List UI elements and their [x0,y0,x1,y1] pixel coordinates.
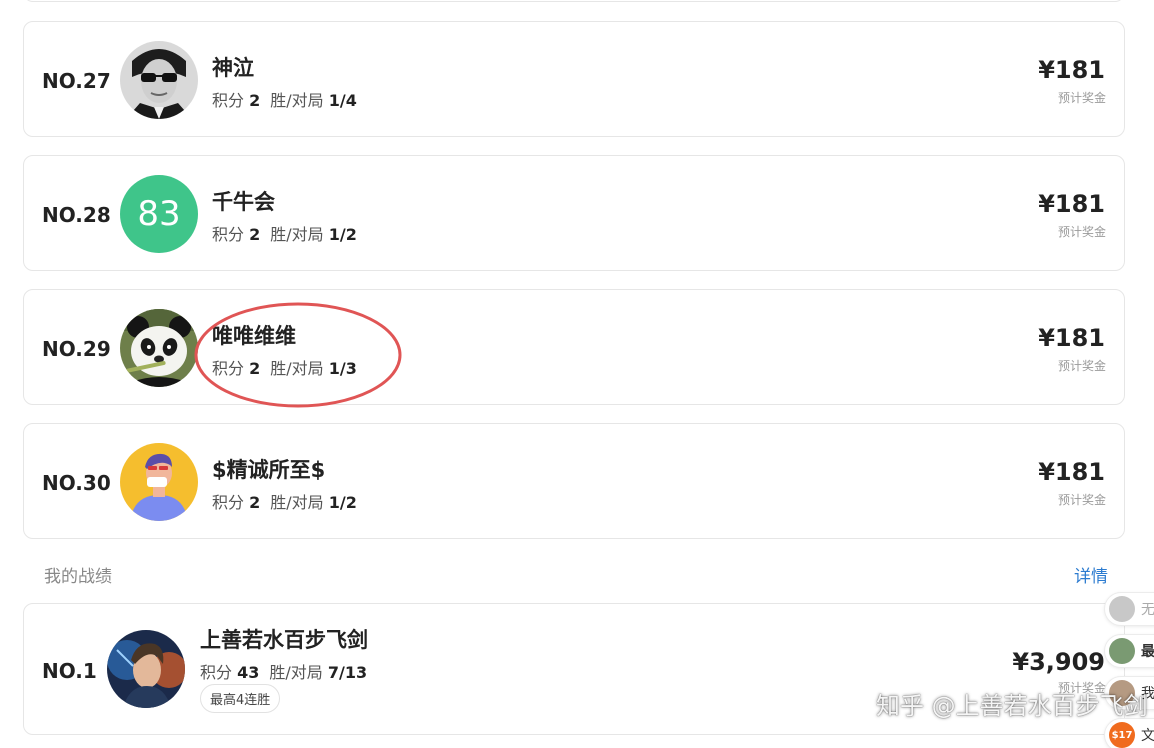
record-value: 1/2 [328,493,357,512]
score-value: 2 [249,91,261,110]
player-stats: 积分 2 胜/对局 1/4 [212,87,357,111]
side-item-label: 最 [1141,644,1154,660]
leaderboard-row[interactable]: NO.30 $精诚所至$ 积分 2 胜/对局 1/2 ¥181 预计奖金 [23,423,1125,539]
score-label: 积分 [212,225,245,244]
rank-label: NO.1 [42,659,97,683]
player-name[interactable]: 上善若水百步飞剑 [200,624,368,654]
side-item-label: 无 [1141,602,1154,618]
gray-avatar-icon [1109,596,1135,622]
leaderboard-row[interactable]: NO.29 唯唯维维 积分 2 胜/对局 1/3 ¥181 预计奖金 [23,289,1125,405]
score-label: 积分 [212,359,245,378]
record-value: 1/3 [328,359,357,378]
avatar-number[interactable]: 83 [120,175,198,253]
side-item[interactable]: 无 [1104,592,1154,626]
record-label: 胜/对局 [270,493,324,512]
score-label: 积分 [212,91,245,110]
score-label: 积分 [212,493,245,512]
score-value: 43 [237,663,260,682]
record-value: 1/4 [328,91,357,110]
player-name[interactable]: 唯唯维维 [212,320,296,350]
prize-amount: ¥181 [1038,324,1105,352]
score-label: 积分 [200,663,233,682]
avatar-game-hero[interactable] [107,630,185,708]
prize-label: 预计奖金 [1057,91,1106,105]
green-avatar-icon [1109,638,1135,664]
prize-amount: ¥181 [1038,190,1105,218]
zhihu-watermark: 知乎 @上善若水百步飞剑 [876,692,1148,720]
side-item-label: 文 [1141,728,1154,744]
side-item[interactable]: 最 [1104,634,1154,668]
rank-label: NO.27 [42,69,111,93]
record-value: 1/2 [328,225,357,244]
record-label: 胜/对局 [270,225,324,244]
rank-label: NO.30 [42,471,111,495]
player-stats: 积分 2 胜/对局 1/2 [212,489,357,513]
player-name[interactable]: 千牛会 [212,186,275,216]
avatar-text: 83 [137,194,181,234]
orange-badge-icon: $17 [1109,722,1135,748]
player-name[interactable]: $精诚所至$ [212,454,325,484]
prize-amount: ¥181 [1038,458,1105,486]
score-value: 2 [249,493,261,512]
details-link[interactable]: 详情 [1074,562,1108,587]
score-value: 2 [249,359,261,378]
record-value: 7/13 [327,663,368,682]
prize-amount: ¥3,909 [1012,648,1105,676]
leaderboard-row[interactable]: NO.27 神泣 积分 2 胜/对局 1/4 ¥181 预计奖金 [23,21,1125,137]
streak-badge: 最高4连胜 [200,684,281,713]
prize-label: 预计奖金 [1057,493,1106,507]
side-item[interactable]: $17 文 [1104,718,1154,748]
prize-label: 预计奖金 [1057,225,1106,239]
avatar-panda[interactable] [120,309,198,387]
previous-card-edge [23,0,1125,2]
rank-label: NO.29 [42,337,111,361]
record-label: 胜/对局 [270,359,324,378]
player-stats: 积分 2 胜/对局 1/3 [212,355,357,379]
record-label: 胜/对局 [270,91,324,110]
record-label: 胜/对局 [269,663,323,682]
avatar-cartoon-man[interactable] [120,443,198,521]
prize-label: 预计奖金 [1057,359,1106,373]
score-value: 2 [249,225,261,244]
avatar-person-sunglasses[interactable] [120,41,198,119]
rank-label: NO.28 [42,203,111,227]
player-stats: 积分 43 胜/对局 7/13 [200,659,367,683]
player-name[interactable]: 神泣 [212,52,254,82]
prize-amount: ¥181 [1038,56,1105,84]
leaderboard-row[interactable]: NO.28 83 千牛会 积分 2 胜/对局 1/2 ¥181 预计奖金 [23,155,1125,271]
my-record-title: 我的战绩 [44,567,112,587]
player-stats: 积分 2 胜/对局 1/2 [212,221,357,245]
